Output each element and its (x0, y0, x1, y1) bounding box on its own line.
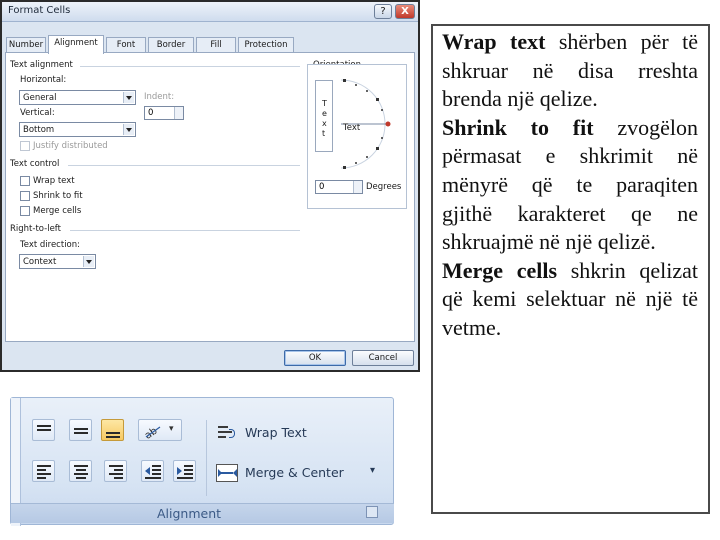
align-bottom-button[interactable] (101, 419, 124, 441)
merge-cells-term: Merge cells (442, 257, 558, 283)
horizontal-value: General (23, 93, 57, 103)
divider (68, 165, 300, 166)
tab-protection[interactable]: Protection (238, 37, 294, 53)
ok-button[interactable]: OK (284, 350, 346, 366)
dialog-launcher-icon[interactable] (366, 506, 378, 518)
align-top-button[interactable] (32, 419, 55, 441)
justify-distributed-label: Justify distributed (33, 141, 108, 151)
divider (80, 66, 300, 67)
decrease-indent-button[interactable] (141, 460, 164, 482)
vertical-text-char: x (322, 119, 327, 128)
vertical-text-option[interactable]: T e x t (315, 80, 333, 152)
wrap-text-button[interactable]: Wrap Text (245, 425, 307, 440)
wrap-text-icon[interactable] (216, 423, 238, 441)
wrap-text-label: Wrap text (33, 176, 75, 186)
indent-value: 0 (148, 108, 154, 118)
dial-text: Text (343, 123, 361, 133)
svg-text:ab: ab (143, 426, 160, 439)
degrees-stepper[interactable]: 0 (315, 180, 363, 194)
align-right-button[interactable] (104, 460, 127, 482)
align-center-button[interactable] (69, 460, 92, 482)
dialog-titlebar[interactable]: Format Cells ? X (2, 2, 418, 22)
vertical-value: Bottom (23, 125, 55, 135)
divider (70, 230, 300, 231)
chevron-down-icon[interactable] (123, 124, 134, 135)
vertical-text-char: T (322, 99, 327, 108)
text-direction-select[interactable]: Context (19, 254, 96, 269)
tab-number[interactable]: Number (6, 37, 46, 53)
indent-label: Indent: (144, 92, 175, 102)
tab-border[interactable]: Border (148, 37, 194, 53)
dialog-title: Format Cells (8, 5, 71, 16)
horizontal-select[interactable]: General (19, 90, 136, 105)
chevron-down-icon[interactable] (83, 256, 94, 267)
vertical-label: Vertical: (20, 108, 55, 118)
chevron-down-icon: ▾ (169, 424, 174, 434)
merge-center-icon[interactable] (216, 464, 238, 482)
shrink-to-fit-checkbox[interactable] (20, 191, 30, 201)
ribbon-group-footer: Alignment (11, 503, 394, 523)
horizontal-label: Horizontal: (20, 75, 67, 85)
vertical-text-char: e (322, 109, 327, 118)
tab-font[interactable]: Font (106, 37, 146, 53)
align-left-button[interactable] (32, 460, 55, 482)
degrees-label: Degrees (366, 182, 402, 192)
text-direction-label: Text direction: (20, 240, 81, 250)
merge-cells-checkbox[interactable] (20, 206, 30, 216)
align-middle-button[interactable] (69, 419, 92, 441)
description-box: Wrap text shërben për të shkruar në disa… (431, 24, 710, 514)
degrees-value: 0 (319, 182, 325, 192)
help-button[interactable]: ? (374, 4, 392, 19)
increase-indent-button[interactable] (173, 460, 196, 482)
alignment-group-label: Alignment (157, 506, 222, 521)
shrink-to-fit-label: Shrink to fit (33, 191, 83, 201)
description-text: Wrap text shërben për të shkruar në disa… (442, 28, 698, 343)
dial-handle-icon[interactable] (385, 121, 391, 127)
merge-dropdown-icon[interactable]: ▾ (370, 465, 375, 476)
angle-text-icon: ab (143, 426, 161, 439)
vertical-text-char: t (322, 129, 326, 138)
cancel-button[interactable]: Cancel (352, 350, 414, 366)
spinner-arrows-icon[interactable] (174, 107, 183, 119)
text-alignment-heading: Text alignment (10, 60, 73, 70)
text-direction-value: Context (23, 257, 57, 267)
chevron-down-icon[interactable] (123, 92, 134, 103)
indent-stepper[interactable]: 0 (144, 106, 184, 120)
orientation-button[interactable]: ab ▾ (138, 419, 182, 441)
vertical-select[interactable]: Bottom (19, 122, 136, 137)
wrap-text-term: Wrap text (442, 29, 546, 54)
justify-distributed-checkbox[interactable] (20, 141, 30, 151)
close-button[interactable]: X (395, 4, 415, 19)
format-cells-dialog: Format Cells ? X Number Alignment Font B… (0, 0, 420, 372)
merge-cells-label: Merge cells (33, 206, 82, 216)
spinner-arrows-icon[interactable] (353, 181, 362, 193)
tab-alignment[interactable]: Alignment (48, 35, 104, 54)
wrap-text-checkbox[interactable] (20, 176, 30, 186)
shrink-to-fit-term: Shrink to fit (442, 114, 594, 140)
text-control-heading: Text control (10, 159, 60, 169)
merge-center-button[interactable]: Merge & Center (245, 465, 344, 480)
right-to-left-heading: Right-to-left (10, 224, 61, 234)
tab-fill[interactable]: Fill (196, 37, 236, 53)
ribbon-divider (206, 420, 207, 496)
